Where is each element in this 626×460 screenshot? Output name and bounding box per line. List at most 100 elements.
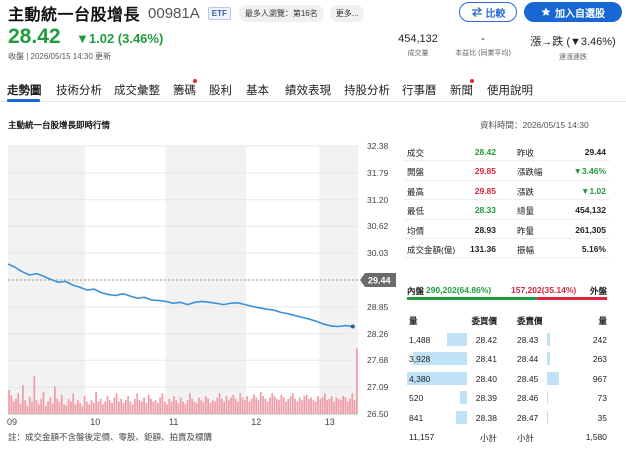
tab-bar: 走勢圖 技術分析 成交彙整 籌碼 股利 基本 績效表現 持股分析 行事曆 新聞 … xyxy=(0,72,626,102)
more-tag[interactable]: 更多... xyxy=(329,4,365,22)
update-timestamp: 收盤 | 2026/05/15 14:30 更新 xyxy=(8,52,112,61)
y-tick-label: 26.50 xyxy=(367,409,389,419)
volume-bar xyxy=(291,393,294,414)
volume-bar xyxy=(177,402,180,414)
volume-bar xyxy=(150,398,152,414)
y-tick-label: 28.85 xyxy=(367,302,389,312)
volume-bar xyxy=(264,398,267,414)
tab-trend[interactable]: 走勢圖 xyxy=(7,82,42,98)
volume-bar xyxy=(15,398,17,414)
tab-news[interactable]: 新聞 xyxy=(450,82,473,98)
volume-bar xyxy=(191,398,193,414)
stats-label: 開盤 xyxy=(407,167,425,178)
y-tick-label: 27.09 xyxy=(367,382,389,392)
add-watchlist-button[interactable]: 加入自選股 xyxy=(524,2,622,22)
intraday-chart[interactable]: 32.38 31.79 31.20 30.62 30.03 29.44 28.85 28.26… xyxy=(0,140,400,450)
volume-stat-label: 成交量 xyxy=(407,50,429,57)
volume-bar xyxy=(319,398,322,414)
volume-bar xyxy=(106,396,109,414)
last-price-point xyxy=(350,324,355,329)
tab-dividend[interactable]: 股利 xyxy=(209,82,232,98)
stats-row: 成交 28.42 昨收 29.44 xyxy=(404,142,610,162)
etf-tag[interactable]: ETF xyxy=(207,6,231,20)
compare-button[interactable]: 比較 xyxy=(459,2,517,22)
volume-bar xyxy=(170,401,173,414)
volume-bar xyxy=(40,398,43,414)
tab-technical[interactable]: 技術分析 xyxy=(56,82,102,98)
add-watchlist-label: 加入自選股 xyxy=(555,8,605,20)
volume-bar xyxy=(81,405,84,414)
volume-bar xyxy=(120,398,123,414)
x-tick-label: 09 xyxy=(7,417,17,427)
pe-stat-label: 本益比 (同業平均) xyxy=(455,50,511,57)
volume-bar xyxy=(298,397,301,414)
ask-qty-header: 量 xyxy=(598,316,607,326)
ask-price: 28.44 xyxy=(517,354,539,364)
y-tick-label: 28.26 xyxy=(367,329,389,339)
stats-label: 昨量 xyxy=(517,225,535,236)
tab-chips[interactable]: 籌碼 xyxy=(173,82,196,98)
volume-bar xyxy=(88,404,91,414)
volume-bar xyxy=(351,393,354,414)
stats-value: 29.85 xyxy=(474,185,496,196)
ask-qty: 242 xyxy=(592,334,607,345)
volume-bar xyxy=(26,405,29,414)
volume-bar xyxy=(221,398,223,414)
tab-basic[interactable]: 基本 xyxy=(246,82,269,98)
stats-row: 成交金額(億) 131.36 振幅 5.16% xyxy=(404,239,610,259)
volume-bar xyxy=(173,396,175,414)
tab-performance[interactable]: 績效表現 xyxy=(285,82,331,98)
reference-price-tag: 29.44 xyxy=(360,273,396,287)
volume-bar xyxy=(17,393,20,414)
bid-volume-bar xyxy=(459,391,467,404)
volume-bar xyxy=(237,401,239,414)
tab-trades[interactable]: 成交彙整 xyxy=(114,82,160,98)
volume-bar xyxy=(259,391,262,414)
volume-bar xyxy=(90,400,93,414)
volume-bar xyxy=(280,394,283,414)
volume-bar xyxy=(335,397,338,414)
volume-bar xyxy=(278,400,280,414)
volume-bar xyxy=(70,401,72,414)
volume-bar xyxy=(58,401,61,414)
stats-value: 5.16% xyxy=(581,243,606,254)
tab-help[interactable]: 使用說明 xyxy=(487,82,533,98)
bid-row: 841 28.38 xyxy=(407,408,497,428)
stats-value: 261,305 xyxy=(575,224,606,235)
rank-tag[interactable]: 最多人瀏覽：第16名 xyxy=(238,4,324,22)
volume-bar xyxy=(321,397,324,414)
ask-qty: 73 xyxy=(597,393,607,403)
volume-bar xyxy=(253,394,255,414)
volume-bar xyxy=(346,401,349,414)
volume-bar xyxy=(113,397,116,414)
volume-bar xyxy=(239,393,242,414)
y-tick-label: 31.20 xyxy=(367,195,389,205)
bid-price: 28.41 xyxy=(475,354,497,364)
inner-label: 內盤 xyxy=(407,286,425,296)
bid-volume-bar xyxy=(455,410,467,424)
inner-value: 290,202(64.86%) xyxy=(426,285,492,295)
volume-bar xyxy=(287,398,290,414)
ask-price: 28.43 xyxy=(517,334,539,345)
volume-bar xyxy=(118,401,120,414)
inner-outer-bar xyxy=(407,297,607,300)
volume-bar xyxy=(159,397,161,414)
volume-bar xyxy=(198,397,200,414)
chips-new-dot xyxy=(193,79,197,83)
tab-calendar[interactable]: 行事曆 xyxy=(402,82,437,98)
volume-bar xyxy=(184,404,187,414)
stats-value: 29.44 xyxy=(584,147,606,157)
volume-bar xyxy=(305,394,308,414)
ask-row: 28.47 35 xyxy=(517,408,607,428)
bid-book: 量 委買價 1,488 28.42 3,928 28.41 4,380 28.40 520 28.… xyxy=(407,310,497,447)
ask-price: 28.45 xyxy=(517,373,539,384)
stats-row: 均價 28.93 昨量 261,305 xyxy=(404,220,610,239)
volume-bar xyxy=(333,401,335,414)
section-title: 主動統一台股增長即時行情 xyxy=(8,120,111,130)
volume-bar xyxy=(44,405,47,414)
streak-stat: 漲→跌 (▼3.46%) 連漲連跌 xyxy=(523,33,623,62)
volume-bar xyxy=(54,386,56,414)
volume-bar xyxy=(193,401,196,414)
tab-holdings[interactable]: 持股分析 xyxy=(344,82,390,98)
bid-price: 28.39 xyxy=(475,393,497,403)
